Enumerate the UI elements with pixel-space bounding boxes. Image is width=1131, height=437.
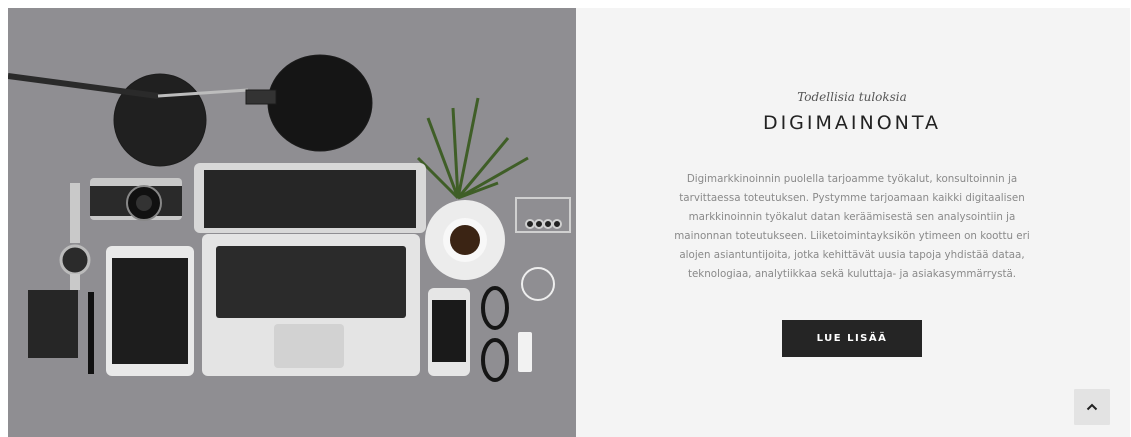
phone-image (428, 288, 470, 376)
chevron-up-icon (1086, 403, 1098, 411)
scroll-to-top-button[interactable] (1074, 389, 1110, 425)
tablet-image (106, 246, 194, 376)
hero-section: Todellisia tuloksia DIGIMAINONTA Digimar… (8, 8, 1130, 437)
laptop-image (194, 163, 426, 376)
content-block: Todellisia tuloksia DIGIMAINONTA Digimar… (672, 90, 1032, 357)
desk-workspace-photo (8, 8, 576, 437)
content-panel: Todellisia tuloksia DIGIMAINONTA Digimar… (576, 8, 1130, 437)
section-body-text: Digimarkkinoinnin puolella tarjoamme työ… (674, 173, 1030, 280)
section-title: DIGIMAINONTA (762, 112, 942, 134)
coffee-cup-image (425, 200, 505, 280)
section-subtitle: Todellisia tuloksia (797, 90, 907, 104)
camera-image (90, 178, 182, 221)
read-more-button[interactable]: LUE LISÄÄ (782, 320, 922, 357)
